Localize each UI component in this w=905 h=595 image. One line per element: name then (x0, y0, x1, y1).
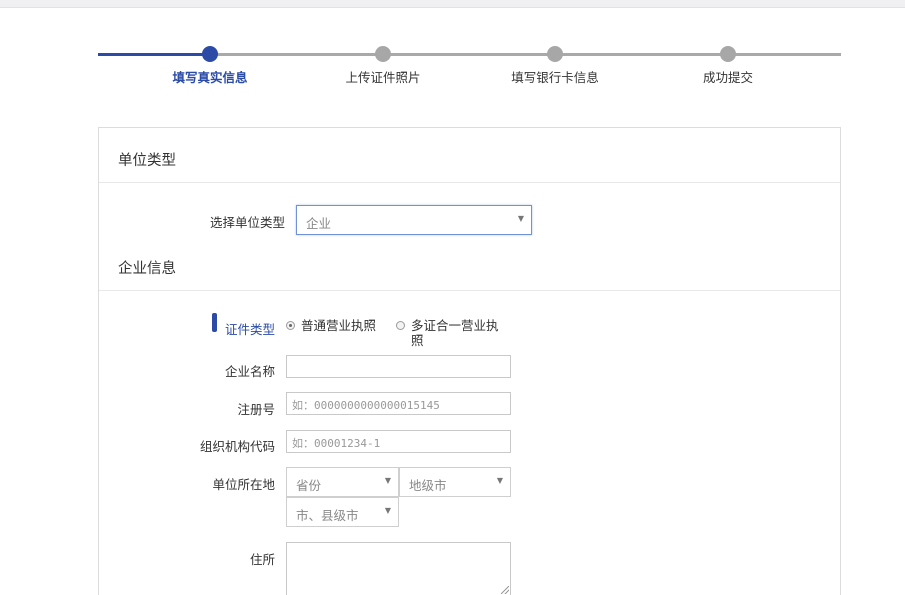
address-label: 住所 (249, 552, 275, 567)
step-upload-photos: 上传证件照片 (323, 46, 443, 86)
section-divider (99, 182, 840, 183)
caret-down-icon: ▼ (517, 214, 524, 223)
step-label: 填写真实信息 (172, 70, 248, 85)
county-select-value: 市、县级市 (296, 508, 359, 523)
radio-label: 多证合一营业执照 (411, 318, 499, 348)
step-submit-success: 成功提交 (668, 46, 788, 86)
radio-multi-cert-license[interactable]: 多证合一营业执照 (396, 318, 500, 348)
province-select[interactable]: 省份 ▼ (286, 467, 399, 497)
radio-circle-icon (286, 321, 295, 330)
company-name-input[interactable] (286, 355, 511, 378)
caret-down-icon: ▼ (384, 506, 391, 515)
radio-label: 普通营业执照 (301, 318, 377, 333)
step-dot (547, 46, 563, 62)
city-select-value: 地级市 (409, 478, 447, 493)
step-label: 上传证件照片 (345, 70, 421, 85)
org-code-label: 组织机构代码 (199, 439, 275, 454)
step-label: 填写银行卡信息 (511, 70, 599, 85)
unit-type-select[interactable]: 企业 ▼ (296, 205, 532, 235)
progress-stepper: 填写真实信息 上传证件照片 填写银行卡信息 成功提交 (98, 46, 841, 86)
form-panel: 单位类型 选择单位类型 企业 ▼ 企业信息 证件类型 普通营业执照 多证合一营业… (98, 127, 841, 595)
unit-type-label: 选择单位类型 (209, 215, 285, 230)
radio-normal-license[interactable]: 普通营业执照 (286, 318, 386, 333)
city-select[interactable]: 地级市 ▼ (399, 467, 511, 497)
unit-type-select-value: 企业 (306, 216, 332, 231)
step-label: 成功提交 (702, 70, 753, 85)
caret-down-icon: ▼ (496, 476, 503, 485)
unit-type-section-title: 单位类型 (118, 153, 176, 169)
caret-down-icon: ▼ (384, 476, 391, 485)
registration-number-label: 注册号 (237, 402, 275, 417)
company-name-label: 企业名称 (224, 364, 275, 379)
address-textarea[interactable] (286, 542, 511, 595)
registration-number-input[interactable]: 如：0000000000000015145 (286, 392, 511, 415)
radio-circle-icon (396, 321, 405, 330)
section-divider (99, 290, 840, 291)
step-dot (720, 46, 736, 62)
org-code-input[interactable]: 如：00001234-1 (286, 430, 511, 453)
company-info-section-title: 企业信息 (118, 261, 176, 277)
resize-grip-icon[interactable] (501, 586, 509, 594)
step-bank-card-info: 填写银行卡信息 (495, 46, 615, 86)
required-marker (212, 313, 217, 332)
location-label: 单位所在地 (212, 477, 275, 492)
province-select-value: 省份 (296, 478, 322, 493)
step-fill-real-info: 填写真实信息 (150, 46, 270, 86)
step-dot-active (202, 46, 218, 62)
step-dot (375, 46, 391, 62)
cert-type-label: 证件类型 (225, 322, 276, 337)
county-select[interactable]: 市、县级市 ▼ (286, 497, 399, 527)
browser-top-bar (0, 0, 905, 8)
